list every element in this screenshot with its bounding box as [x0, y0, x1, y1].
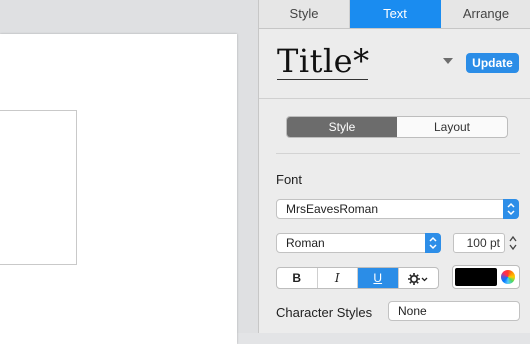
tab-arrange[interactable]: Arrange: [441, 0, 530, 28]
up-down-arrows-icon: [425, 233, 441, 253]
text-box[interactable]: [0, 110, 77, 265]
paragraph-style-name: Title*: [277, 42, 370, 80]
canvas-area[interactable]: [0, 0, 258, 344]
font-size-stepper[interactable]: [508, 233, 518, 253]
font-family-value: MrsEavesRoman: [286, 202, 379, 216]
character-styles-select[interactable]: None: [388, 301, 520, 321]
font-family-select[interactable]: MrsEavesRoman: [276, 199, 519, 219]
up-down-arrows-icon: [503, 199, 519, 219]
font-section-heading: Font: [276, 172, 303, 187]
font-size-field[interactable]: 100 pt: [453, 233, 505, 253]
character-styles-label: Character Styles: [276, 305, 373, 320]
tab-style[interactable]: Style: [259, 0, 350, 28]
style-preview-underline: [277, 79, 368, 80]
text-color-well[interactable]: [452, 265, 520, 289]
bold-button[interactable]: B: [277, 268, 318, 288]
segment-style[interactable]: Style: [287, 117, 397, 137]
chevron-down-icon[interactable]: [443, 58, 453, 64]
typeface-value: Roman: [286, 236, 325, 250]
typeface-select[interactable]: Roman: [276, 233, 441, 253]
gear-icon: [408, 272, 428, 285]
underline-button[interactable]: U: [358, 268, 399, 288]
tab-text[interactable]: Text: [350, 0, 441, 28]
stepper-arrows-icon: [509, 235, 517, 251]
italic-button[interactable]: I: [318, 268, 358, 288]
paragraph-style-preview[interactable]: Title* Update: [259, 29, 530, 99]
color-wheel-icon[interactable]: [501, 270, 515, 284]
text-format-buttons: B I U: [276, 267, 439, 289]
inspector-tabs: Style Text Arrange: [259, 0, 530, 29]
character-styles-value: None: [398, 304, 427, 318]
section-divider: [276, 153, 520, 154]
format-inspector: Style Text Arrange Title* Update Style L…: [258, 0, 530, 333]
slide-canvas[interactable]: [0, 34, 237, 344]
color-swatch[interactable]: [455, 268, 497, 286]
update-button[interactable]: Update: [466, 53, 519, 73]
text-options-button[interactable]: [399, 268, 439, 288]
style-layout-segmented-control: Style Layout: [286, 116, 508, 138]
segment-layout[interactable]: Layout: [397, 117, 507, 137]
